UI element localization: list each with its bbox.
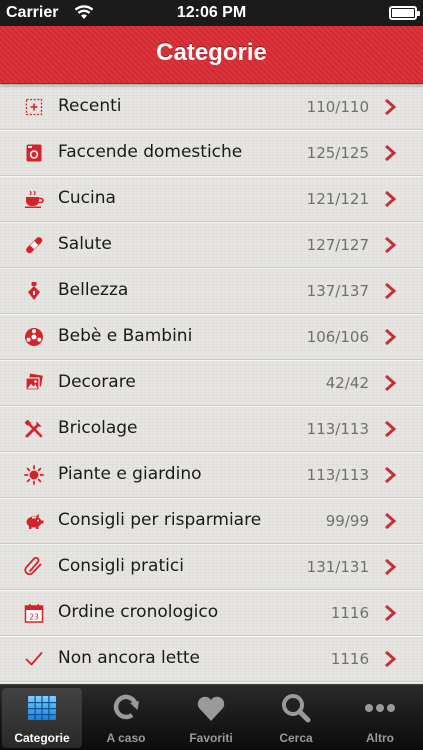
list-item[interactable]: 23 Ordine cronologico 1116 bbox=[0, 590, 423, 636]
tab-bar: Categorie A caso Favoriti Cerca Altro bbox=[0, 684, 423, 750]
chevron-right-icon bbox=[383, 374, 397, 392]
perfume-icon bbox=[24, 281, 44, 301]
heart-icon bbox=[195, 692, 227, 724]
page-title: Categorie bbox=[156, 39, 267, 66]
list-item-label: Consigli per risparmiare bbox=[58, 510, 262, 530]
list-item-label: Non ancora lette bbox=[58, 648, 201, 668]
list-item-label: Recenti bbox=[58, 96, 122, 116]
chevron-right-icon bbox=[383, 512, 397, 530]
chevron-right-icon bbox=[383, 558, 397, 576]
tab-favoriti[interactable]: Favoriti bbox=[171, 688, 251, 748]
list-item-label: Bellezza bbox=[58, 280, 129, 300]
tab-label: Altro bbox=[366, 731, 394, 745]
tab-categorie[interactable]: Categorie bbox=[2, 688, 82, 748]
tab-label: Categorie bbox=[14, 731, 70, 745]
checkmark-icon bbox=[24, 649, 44, 669]
refresh-icon bbox=[110, 692, 142, 724]
list-item[interactable]: Cucina 121/121 bbox=[0, 176, 423, 222]
list-item[interactable]: Consigli per risparmiare 99/99 bbox=[0, 498, 423, 544]
chevron-right-icon bbox=[383, 282, 397, 300]
ball-icon bbox=[24, 327, 44, 347]
cup-icon bbox=[24, 189, 44, 209]
paperclip-icon bbox=[24, 557, 44, 577]
sun-icon bbox=[24, 465, 44, 485]
search-icon bbox=[280, 692, 312, 724]
category-list[interactable]: Recenti 110/110 Faccende domestiche 125/… bbox=[0, 84, 423, 684]
list-item-count: 125/125 bbox=[306, 144, 369, 162]
list-item-count: 127/127 bbox=[306, 236, 369, 254]
list-item[interactable]: Non ancora lette 1116 bbox=[0, 636, 423, 682]
list-item-label: Ordine cronologico bbox=[58, 602, 219, 622]
battery-icon bbox=[389, 6, 420, 20]
list-item-count: 113/113 bbox=[306, 466, 369, 484]
chevron-right-icon bbox=[383, 650, 397, 668]
list-item-count: 106/106 bbox=[306, 328, 369, 346]
tab-altro[interactable]: Altro bbox=[340, 688, 420, 748]
tab-a-caso[interactable]: A caso bbox=[86, 688, 166, 748]
chevron-right-icon bbox=[383, 144, 397, 162]
list-item[interactable]: Decorare 42/42 bbox=[0, 360, 423, 406]
list-item[interactable]: Recenti 110/110 bbox=[0, 84, 423, 130]
list-item-count: 137/137 bbox=[306, 282, 369, 300]
chevron-right-icon bbox=[383, 236, 397, 254]
recent-icon bbox=[24, 97, 44, 117]
chevron-right-icon bbox=[383, 190, 397, 208]
tab-cerca[interactable]: Cerca bbox=[256, 688, 336, 748]
list-item[interactable]: Consigli pratici 131/131 bbox=[0, 544, 423, 590]
grid-icon bbox=[26, 692, 58, 724]
list-item[interactable]: Bellezza 137/137 bbox=[0, 268, 423, 314]
picture-icon bbox=[24, 373, 44, 393]
list-item[interactable]: Faccende domestiche 125/125 bbox=[0, 130, 423, 176]
tab-label: Favoriti bbox=[189, 731, 233, 745]
list-item-count: 131/131 bbox=[306, 558, 369, 576]
list-item[interactable]: Piante e giardino 113/113 bbox=[0, 452, 423, 498]
more-icon bbox=[364, 692, 396, 724]
list-item-count: 99/99 bbox=[325, 512, 369, 530]
tab-label: Cerca bbox=[279, 731, 313, 745]
chevron-right-icon bbox=[383, 328, 397, 346]
list-item-count: 110/110 bbox=[306, 98, 369, 116]
list-item[interactable]: Bebè e Bambini 106/106 bbox=[0, 314, 423, 360]
tools-icon bbox=[24, 419, 44, 439]
list-item-count: 1116 bbox=[330, 650, 369, 668]
list-item-count: 1116 bbox=[330, 604, 369, 622]
bandage-icon bbox=[24, 235, 44, 255]
chevron-right-icon bbox=[383, 98, 397, 116]
list-item-label: Salute bbox=[58, 234, 112, 254]
list-item-label: Cucina bbox=[58, 188, 116, 208]
list-item-label: Faccende domestiche bbox=[58, 142, 243, 162]
navigation-bar: Categorie bbox=[0, 26, 423, 84]
list-item-count: 113/113 bbox=[306, 420, 369, 438]
list-item-count: 42/42 bbox=[325, 374, 369, 392]
chevron-right-icon bbox=[383, 420, 397, 438]
list-item-label: Piante e giardino bbox=[58, 464, 202, 484]
washing-machine-icon bbox=[24, 143, 44, 163]
list-item-count: 121/121 bbox=[306, 190, 369, 208]
clock: 12:06 PM bbox=[176, 4, 247, 21]
list-item-label: Decorare bbox=[58, 372, 136, 392]
list-item-label: Bebè e Bambini bbox=[58, 326, 193, 346]
list-item-label: Consigli pratici bbox=[58, 556, 184, 576]
calendar-icon: 23 bbox=[24, 603, 44, 623]
list-item[interactable]: Salute 127/127 bbox=[0, 222, 423, 268]
list-item-label: Bricolage bbox=[58, 418, 138, 438]
chevron-right-icon bbox=[383, 466, 397, 484]
tab-label: A caso bbox=[106, 731, 146, 745]
list-item[interactable]: Bricolage 113/113 bbox=[0, 406, 423, 452]
status-bar: Carrier 12:06 PM bbox=[0, 0, 423, 26]
piggy-bank-icon bbox=[24, 511, 44, 531]
chevron-right-icon bbox=[383, 604, 397, 622]
calendar-day: 23 bbox=[29, 613, 39, 622]
